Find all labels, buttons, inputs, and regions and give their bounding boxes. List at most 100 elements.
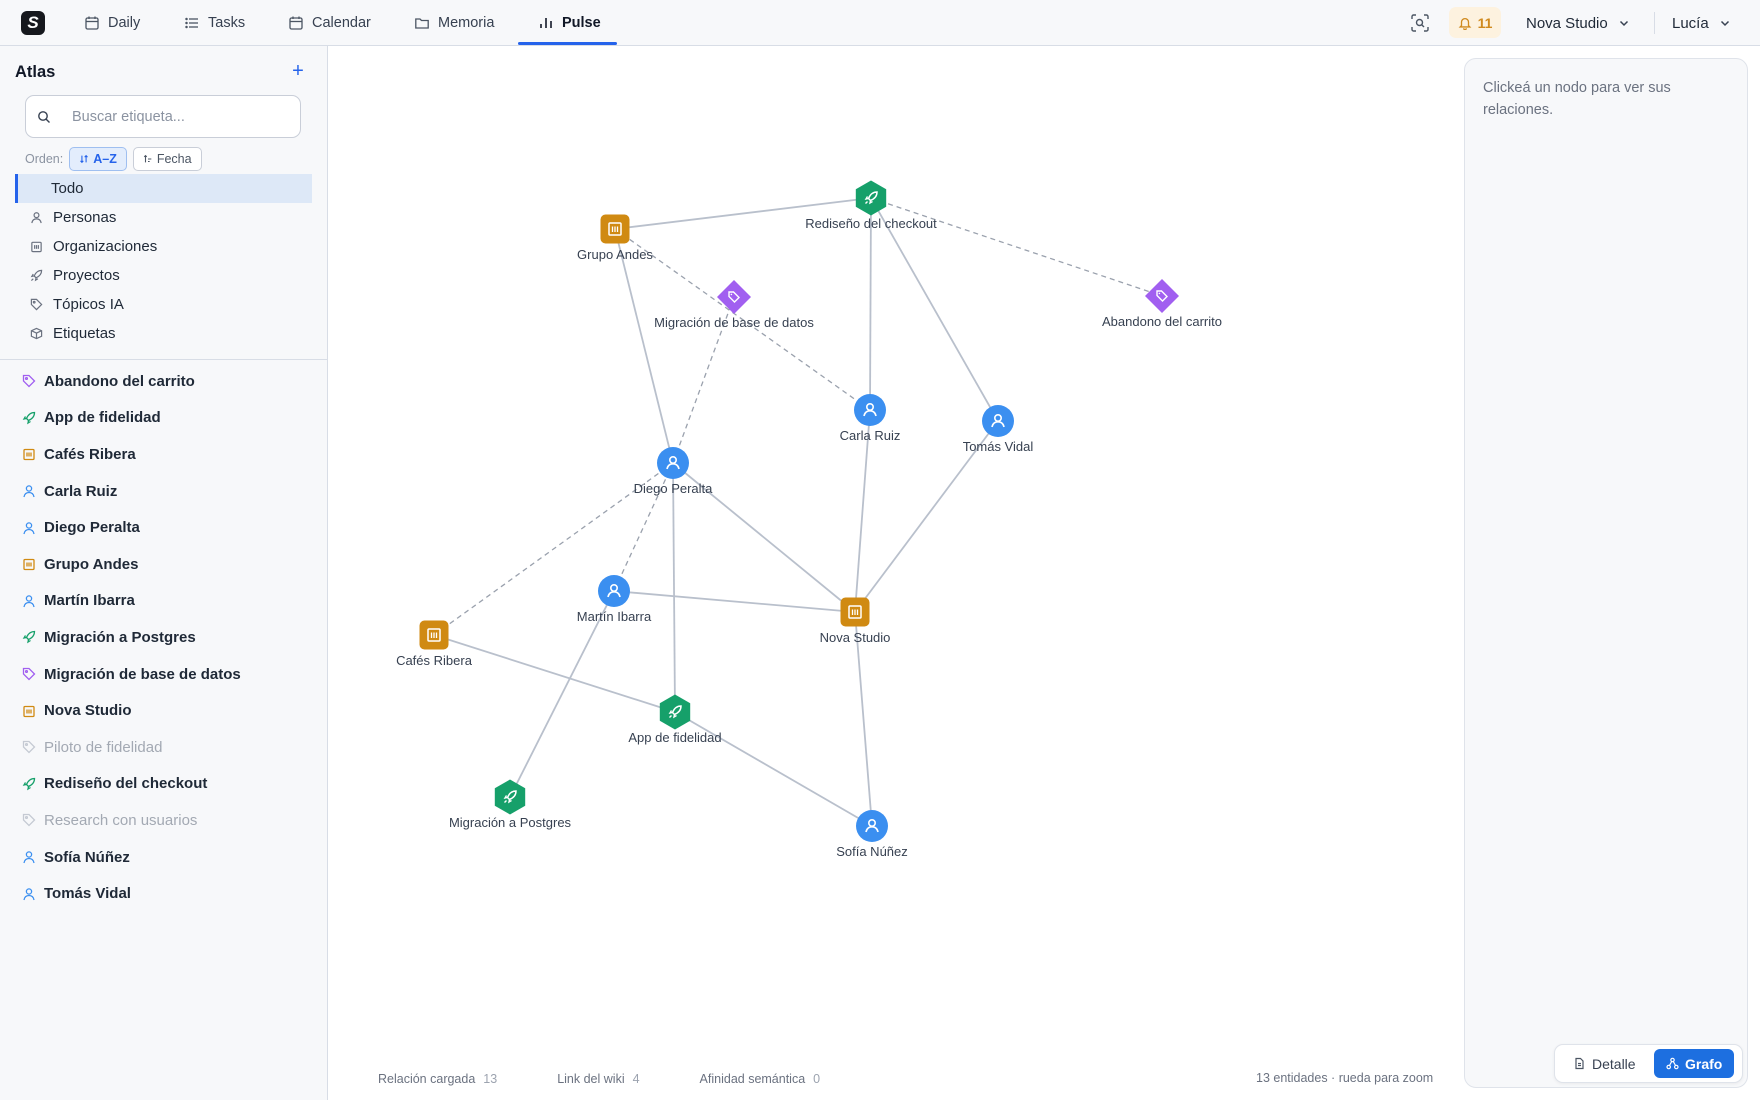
graph-legend: Relación cargada 13 Link del wiki 4 Afin… [342,1069,836,1089]
nav-tab-daily[interactable]: Daily [84,0,140,46]
top-navigation-bar: S Daily Tasks Calendar Memoria Pulse 11 … [0,0,1760,46]
category-personas[interactable]: Personas [15,203,312,232]
entity-item[interactable]: Piloto de fidelidad [22,729,312,766]
graph-footer-info: 13 entidades · rueda para zoom [1256,1071,1434,1085]
legend-count: 13 [483,1072,498,1086]
nav-tab-memoria[interactable]: Memoria [414,0,494,46]
entity-label: Migración a Postgres [44,628,196,646]
sort-az-button[interactable]: A–Z [69,147,127,171]
category-organizaciones[interactable]: Organizaciones [15,232,312,261]
entity-item[interactable]: Research con usuarios [22,802,312,839]
nav-tab-label: Pulse [562,15,601,31]
entity-item[interactable]: Abandono del carrito [22,363,312,400]
detail-panel: Clickeá un nodo para ver sus relaciones. [1464,58,1748,1088]
entity-item[interactable]: Martín Ibarra [22,583,312,620]
entity-item[interactable]: Diego Peralta [22,509,312,546]
scan-icon[interactable] [1410,13,1430,33]
add-icon[interactable]: + [289,61,307,81]
category-proyectos[interactable]: Proyectos [15,261,312,290]
nav-tab-calendar[interactable]: Calendar [288,0,371,46]
person-icon [23,521,35,534]
search-input[interactable] [72,105,292,129]
sidebar-title: Atlas [15,63,56,81]
panel-hint: Clickeá un nodo para ver sus relaciones. [1483,80,1671,118]
category-todo[interactable]: Todo [15,174,312,203]
entity-item[interactable]: Grupo Andes [22,546,312,583]
graph-node-migpg[interactable] [494,779,526,815]
graph-node-label: Migración a Postgres [449,815,572,830]
legend-count: 0 [813,1072,821,1086]
chevron-down-icon [1619,20,1628,27]
graph-node-migbd[interactable] [717,280,751,314]
active-tab-indicator [518,42,617,45]
building-icon [31,241,42,253]
calendar-icon [289,16,303,30]
building-icon [23,705,35,717]
entity-item[interactable]: Migración de base de datos [22,656,312,693]
user-menu[interactable]: Lucía [1672,0,1731,46]
sort-date-button[interactable]: Fecha [132,147,202,171]
category-list: Todo Personas Organizaciones Proyectos T… [15,174,312,348]
rocket-icon [30,269,43,282]
divider [0,359,327,360]
graph-node-carla[interactable] [854,394,886,426]
rocket-icon [22,411,36,425]
entity-label: Migración de base de datos [44,665,241,683]
entity-item[interactable]: Migración a Postgres [22,619,312,656]
sort-controls: Orden: A–Z Fecha [25,146,202,172]
bar-chart-icon [540,18,552,28]
graph-node-nova[interactable] [840,597,870,627]
entity-item[interactable]: Cafés Ribera [22,436,312,473]
workspace-name: Nova Studio [1526,14,1608,32]
graph-node-label: Diego Peralta [634,481,714,496]
graph-node-tomas[interactable] [982,405,1014,437]
atlas-sidebar: Atlas + Orden: A–Z Fecha Todo Personas O… [0,46,328,1100]
graph-node-martin[interactable] [598,575,630,607]
entity-item[interactable]: Nova Studio [22,692,312,729]
graph-node-diego[interactable] [657,447,689,479]
tag-icon [30,298,43,311]
tag-icon [22,667,36,681]
graph-node-grupo[interactable] [600,214,630,244]
rocket-icon [22,777,36,791]
graph-node-app[interactable] [659,694,691,730]
graph-node-cafes[interactable] [419,620,449,650]
graph-node-rediseno[interactable] [855,180,887,216]
search-icon [38,111,50,123]
workspace-switcher[interactable]: Nova Studio [1526,0,1630,46]
tag-icon [22,375,36,388]
app-logo[interactable]: S [21,11,45,35]
entity-item[interactable]: Sofía Núñez [22,839,312,876]
tag-search [25,95,301,138]
notifications-count: 11 [1477,14,1493,31]
relationship-graph[interactable]: Rediseño del checkout Grupo Andes Migració… [328,46,1464,1100]
graph-canvas[interactable]: Rediseño del checkout Grupo Andes Migració… [328,46,1464,1100]
entity-item[interactable]: Rediseño del checkout [22,766,312,803]
graph-node-sofia[interactable] [856,810,888,842]
graph-node-abandono[interactable] [1145,279,1179,313]
category-topicos-ia[interactable]: Tópicos IA [15,290,312,319]
nav-tab-tasks[interactable]: Tasks [184,0,245,46]
list-icon [185,17,198,29]
entity-item[interactable]: Carla Ruiz [22,473,312,510]
nav-tab-pulse[interactable]: Pulse [538,0,601,46]
entity-item[interactable]: Tomás Vidal [22,875,312,912]
detail-view-button[interactable]: Detalle [1561,1049,1648,1078]
entity-label: Carla Ruiz [44,482,118,500]
category-etiquetas[interactable]: Etiquetas [15,319,312,348]
person-icon [23,851,35,864]
building-icon [23,559,35,571]
entity-item[interactable]: App de fidelidad [22,400,312,437]
notifications-button[interactable]: 11 [1449,7,1501,38]
nav-tab-label: Tasks [208,15,246,31]
nav-tab-label: Daily [108,15,141,31]
tag-icon [22,741,36,754]
nav-tab-label: Memoria [438,15,495,31]
graph-edge-grupo-diego [614,228,674,464]
graph-node-label: App de fidelidad [628,730,721,745]
graph-node-label: Migración de base de datos [654,315,814,330]
graph-view-button[interactable]: Grafo [1654,1049,1735,1078]
graph-icon [1666,1057,1679,1070]
entity-label: Cafés Ribera [44,445,136,463]
document-icon [1575,1057,1584,1070]
